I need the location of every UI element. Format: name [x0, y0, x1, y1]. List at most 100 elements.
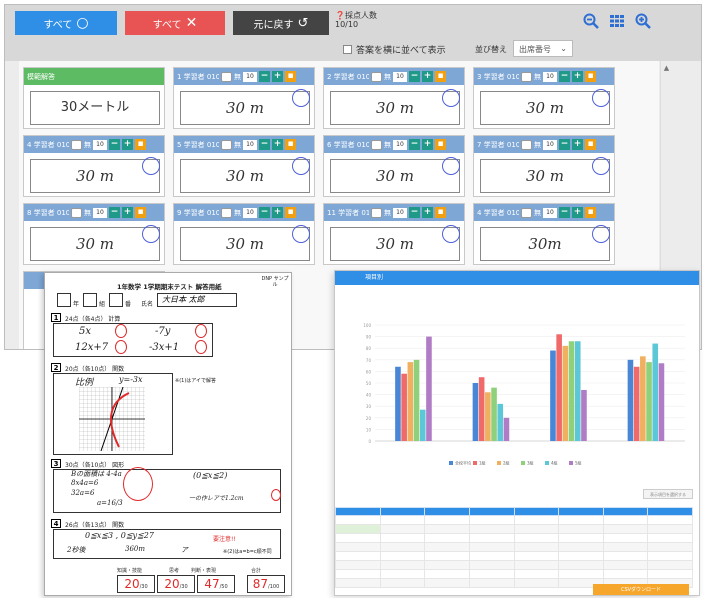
- zoom-out-icon[interactable]: [583, 13, 599, 33]
- table-cell: [379, 569, 426, 579]
- comment-icon[interactable]: ▪: [585, 139, 596, 150]
- comment-icon[interactable]: ▪: [285, 139, 296, 150]
- plus-button[interactable]: +: [422, 139, 433, 150]
- card-checkbox[interactable]: [371, 207, 382, 218]
- score-field[interactable]: 10: [93, 139, 107, 150]
- plus-button[interactable]: +: [572, 71, 583, 82]
- answer-card[interactable]: 3 学習者 010… 無10−+▪ 30 m: [473, 67, 615, 129]
- year-box: [57, 293, 71, 307]
- card-checkbox[interactable]: [221, 207, 232, 218]
- correct-mark-icon: [592, 89, 610, 107]
- card-checkbox[interactable]: [221, 71, 232, 82]
- table-cell: [468, 569, 515, 579]
- answer-card[interactable]: 7 学習者 010… 無10−+▪ 30 m: [473, 135, 615, 197]
- plus-button[interactable]: +: [572, 139, 583, 150]
- plus-button[interactable]: +: [422, 71, 433, 82]
- card-checkbox[interactable]: [521, 139, 532, 150]
- score-field[interactable]: 10: [543, 71, 557, 82]
- minus-button[interactable]: −: [109, 207, 120, 218]
- table-cell: [513, 578, 560, 588]
- minus-button[interactable]: −: [409, 139, 420, 150]
- help-icon[interactable]: ❓: [335, 11, 345, 20]
- answer-card[interactable]: 6 学習者 010… 無10−+▪ 30 m: [323, 135, 465, 197]
- answer-card[interactable]: 8 学習者 010… 無10−+▪ 30 m: [23, 203, 165, 265]
- score-field[interactable]: 10: [393, 207, 407, 218]
- score-field[interactable]: 10: [543, 207, 557, 218]
- plus-button[interactable]: +: [272, 139, 283, 150]
- question-4-label: 26点（各13点） 関数: [65, 522, 125, 529]
- plus-button[interactable]: +: [272, 207, 283, 218]
- minus-button[interactable]: −: [409, 207, 420, 218]
- plus-button[interactable]: +: [572, 207, 583, 218]
- card-title: 2 学習者 010…: [327, 72, 369, 81]
- side-by-side-checkbox[interactable]: [343, 45, 352, 54]
- card-checkbox[interactable]: [71, 139, 82, 150]
- score-field[interactable]: 10: [393, 139, 407, 150]
- grid-view-icon[interactable]: [609, 13, 625, 33]
- minus-button[interactable]: −: [559, 71, 570, 82]
- minus-button[interactable]: −: [259, 207, 270, 218]
- plus-button[interactable]: +: [122, 139, 133, 150]
- comment-icon[interactable]: ▪: [585, 71, 596, 82]
- comment-icon[interactable]: ▪: [135, 139, 146, 150]
- answer-card[interactable]: 4 学習者 010… 無10−+▪ 30 m: [23, 135, 165, 197]
- card-checkbox[interactable]: [221, 139, 232, 150]
- zoom-in-icon[interactable]: [635, 13, 651, 33]
- legend-swatch: [545, 461, 549, 465]
- score-field[interactable]: 10: [243, 207, 257, 218]
- answer-card[interactable]: 11 学習者 01… 無10−+▪ 30 m: [323, 203, 465, 265]
- comment-icon[interactable]: ▪: [435, 71, 446, 82]
- minus-button[interactable]: −: [409, 71, 420, 82]
- q1-answer-3: 12x+7: [75, 342, 109, 353]
- comment-icon[interactable]: ▪: [435, 139, 446, 150]
- minus-button[interactable]: −: [259, 71, 270, 82]
- table-cell: [647, 524, 693, 534]
- question-number-1: 1: [51, 313, 61, 322]
- card-checkbox[interactable]: [71, 207, 82, 218]
- handwritten-answer: 30 m: [330, 91, 460, 125]
- comment-icon[interactable]: ▪: [285, 71, 296, 82]
- table-cell: [513, 533, 560, 543]
- table-cell: [602, 542, 649, 552]
- answer-card[interactable]: 9 学習者 010… 無10−+▪ 30 m: [173, 203, 315, 265]
- scroll-up-icon[interactable]: ▲: [664, 64, 669, 72]
- mark-all-correct-button[interactable]: すべて ○: [15, 11, 117, 35]
- side-by-side-toggle[interactable]: 答案を横に並べて表示: [343, 43, 446, 56]
- score-field[interactable]: 10: [543, 139, 557, 150]
- card-checkbox[interactable]: [521, 207, 532, 218]
- q3-answer-2: 8x4a=6: [71, 479, 99, 487]
- card-checkbox[interactable]: [371, 139, 382, 150]
- sort-select[interactable]: 出席番号 ⌄: [513, 40, 573, 57]
- minus-button[interactable]: −: [559, 207, 570, 218]
- answer-card[interactable]: 4 学習者 010… 無10−+▪ 30m: [473, 203, 615, 265]
- comment-icon[interactable]: ▪: [135, 207, 146, 218]
- answer-card[interactable]: 1 学習者 010… 無10−+▪ 30 m: [173, 67, 315, 129]
- minus-button[interactable]: −: [109, 139, 120, 150]
- plus-button[interactable]: +: [272, 71, 283, 82]
- csv-download-button[interactable]: CSVダウンロード: [593, 584, 689, 595]
- answer-card[interactable]: 2 学習者 010… 無10−+▪ 30 m: [323, 67, 465, 129]
- score-field[interactable]: 10: [243, 139, 257, 150]
- minus-button[interactable]: −: [259, 139, 270, 150]
- card-check-label: 無: [84, 208, 91, 217]
- table-cell: [647, 551, 693, 561]
- score-field[interactable]: 10: [393, 71, 407, 82]
- card-checkbox[interactable]: [371, 71, 382, 82]
- card-title: 4 学習者 010…: [27, 140, 69, 149]
- comment-icon[interactable]: ▪: [435, 207, 446, 218]
- score-field[interactable]: 10: [93, 207, 107, 218]
- undo-button[interactable]: 元に戻す ↺: [233, 11, 329, 35]
- comment-icon[interactable]: ▪: [585, 207, 596, 218]
- comment-icon[interactable]: ▪: [285, 207, 296, 218]
- correct-mark-icon: [142, 225, 160, 243]
- minus-button[interactable]: −: [559, 139, 570, 150]
- table-cell: [602, 515, 649, 525]
- select-items-button[interactable]: 表示項目を選択する: [643, 489, 693, 499]
- mark-all-wrong-button[interactable]: すべて ✕: [125, 11, 225, 35]
- score-field[interactable]: 10: [243, 71, 257, 82]
- card-checkbox[interactable]: [521, 71, 532, 82]
- plus-button[interactable]: +: [122, 207, 133, 218]
- plus-button[interactable]: +: [422, 207, 433, 218]
- legend-label: 2組: [503, 460, 510, 466]
- answer-card[interactable]: 5 学習者 010… 無10−+▪ 30 m: [173, 135, 315, 197]
